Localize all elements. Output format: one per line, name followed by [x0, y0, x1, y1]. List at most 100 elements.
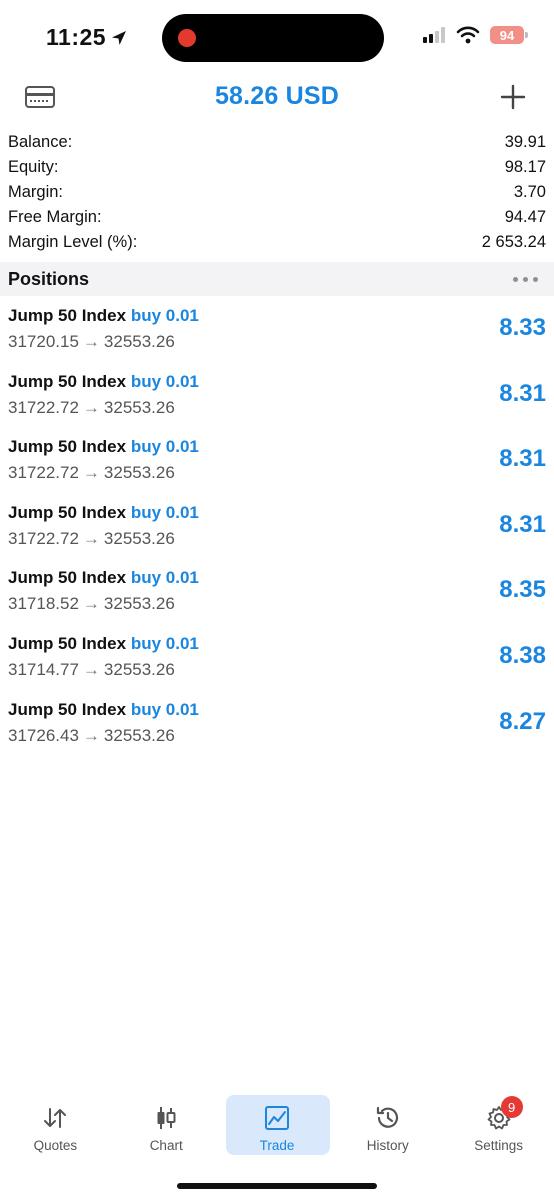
summary-row-free-margin: Free Margin: 94.47 [0, 205, 554, 230]
summary-value: 2 653.24 [481, 233, 546, 251]
price-arrow: → [82, 397, 100, 417]
position-symbol: Jump 50 Index [8, 633, 127, 653]
summary-value: 3.70 [513, 183, 546, 201]
position-row[interactable]: Jump 50 Index buy 0.01 31714.77 → 32553.26… [0, 628, 554, 694]
position-profit: 8.31 [499, 510, 546, 538]
tab-label: Trade [259, 1138, 295, 1153]
price-arrow: → [82, 463, 100, 483]
position-side: buy 0.01 [130, 699, 199, 719]
positions-list: Jump 50 Index buy 0.01 31720.15 → 32553.26… [0, 300, 554, 759]
position-open-price: 31720.15 [8, 332, 79, 351]
position-open-price: 31722.72 [8, 397, 79, 417]
position-current-price: 32553.26 [103, 397, 175, 417]
position-side: buy 0.01 [130, 502, 199, 522]
recording-indicator-icon [178, 29, 196, 47]
notification-badge: 9 [500, 1096, 523, 1118]
summary-label: Free Margin: [8, 208, 102, 226]
location-arrow-icon [112, 30, 127, 45]
status-time: 11:25 [46, 24, 107, 50]
position-row[interactable]: Jump 50 Index buy 0.01 31720.15 → 32553.26… [0, 300, 554, 366]
summary-row-balance: Balance: 39.91 [0, 130, 554, 155]
new-order-plus-icon[interactable] [500, 84, 526, 110]
battery-icon: 94 [490, 26, 528, 44]
tab-label: Chart [149, 1138, 183, 1153]
tab-trade[interactable]: Trade [222, 1090, 333, 1160]
position-current-price: 32553.26 [103, 725, 175, 745]
position-open-price: 31714.77 [8, 659, 79, 679]
more-options-icon[interactable] [513, 276, 554, 282]
summary-row-margin: Margin: 3.70 [0, 180, 554, 205]
dynamic-island [162, 14, 384, 62]
position-symbol: Jump 50 Index [8, 699, 127, 719]
position-row[interactable]: Jump 50 Index buy 0.01 31726.43 → 32553.26… [0, 694, 554, 760]
position-side: buy 0.01 [130, 633, 199, 653]
summary-value: 98.17 [504, 158, 546, 176]
summary-label: Equity: [8, 158, 59, 176]
summary-value: 39.91 [504, 133, 546, 151]
position-symbol: Jump 50 Index [8, 437, 127, 457]
tab-quotes[interactable]: Quotes [0, 1090, 111, 1160]
tab-label: History [366, 1138, 409, 1153]
tab-label: Quotes [33, 1138, 78, 1153]
tab-history[interactable]: History [332, 1090, 443, 1160]
position-profit: 8.38 [499, 641, 546, 669]
cellular-signal-icon [423, 27, 445, 43]
summary-label: Margin: [8, 183, 64, 201]
tab-label: Settings [474, 1138, 523, 1153]
position-row[interactable]: Jump 50 Index buy 0.01 31722.72 → 32553.26… [0, 497, 554, 563]
history-icon [376, 1106, 398, 1128]
position-profit: 8.33 [499, 314, 546, 341]
chart-icon [157, 1107, 176, 1129]
position-open-price: 31718.52 [8, 594, 79, 614]
app-header: 58.26 USD [0, 76, 554, 120]
position-profit: 8.31 [499, 445, 546, 473]
tab-settings[interactable]: 9 Settings [443, 1090, 554, 1160]
position-profit: 8.35 [499, 576, 546, 604]
position-current-price: 32553.26 [103, 332, 175, 351]
position-row[interactable]: Jump 50 Index buy 0.01 31718.52 → 32553.26… [0, 562, 554, 628]
summary-label: Balance: [8, 133, 73, 151]
home-indicator[interactable] [177, 1183, 377, 1189]
wifi-icon [456, 26, 480, 44]
position-symbol: Jump 50 Index [8, 306, 127, 325]
status-icons: 94 [422, 26, 528, 44]
position-current-price: 32553.26 [103, 463, 175, 483]
position-symbol: Jump 50 Index [8, 502, 127, 522]
tab-chart[interactable]: Chart [111, 1090, 222, 1160]
positions-title: Positions [8, 268, 90, 289]
status-bar: 11:25 94 [0, 0, 554, 76]
status-time-group: 11:25 [46, 24, 128, 51]
position-side: buy 0.01 [130, 371, 199, 391]
position-symbol: Jump 50 Index [8, 568, 127, 588]
account-profit-title: 58.26 USD [214, 82, 340, 110]
position-current-price: 32553.26 [103, 528, 175, 548]
summary-value: 94.47 [504, 208, 546, 226]
price-arrow: → [82, 594, 100, 614]
summary-row-equity: Equity: 98.17 [0, 155, 554, 180]
battery-level: 94 [499, 27, 515, 43]
position-row[interactable]: Jump 50 Index buy 0.01 31722.72 → 32553.26… [0, 431, 554, 497]
position-current-price: 32553.26 [103, 659, 175, 679]
bottom-tab-bar: Quotes Chart Trade History 9 Settings [0, 1090, 554, 1160]
settings-icon-wrap: 9 [485, 1096, 523, 1132]
position-symbol: Jump 50 Index [8, 371, 127, 391]
position-row[interactable]: Jump 50 Index buy 0.01 31722.72 → 32553.26… [0, 366, 554, 432]
price-arrow: → [82, 659, 100, 679]
price-arrow: → [82, 332, 100, 351]
position-profit: 8.27 [499, 707, 546, 735]
position-profit: 8.31 [499, 379, 546, 407]
quotes-icon [44, 1108, 67, 1128]
position-open-price: 31722.72 [8, 528, 79, 548]
price-arrow: → [82, 528, 100, 548]
position-open-price: 31726.43 [8, 725, 79, 745]
summary-label: Margin Level (%): [8, 233, 138, 251]
account-summary: Balance: 39.91 Equity: 98.17 Margin: 3.7… [0, 130, 554, 255]
summary-row-margin-level: Margin Level (%): 2 653.24 [0, 230, 554, 255]
trade-icon [264, 1106, 289, 1130]
position-side: buy 0.01 [130, 306, 199, 325]
position-current-price: 32553.26 [103, 594, 175, 614]
position-side: buy 0.01 [130, 437, 199, 457]
position-open-price: 31722.72 [8, 463, 79, 483]
position-side: buy 0.01 [130, 568, 199, 588]
price-arrow: → [82, 725, 100, 745]
